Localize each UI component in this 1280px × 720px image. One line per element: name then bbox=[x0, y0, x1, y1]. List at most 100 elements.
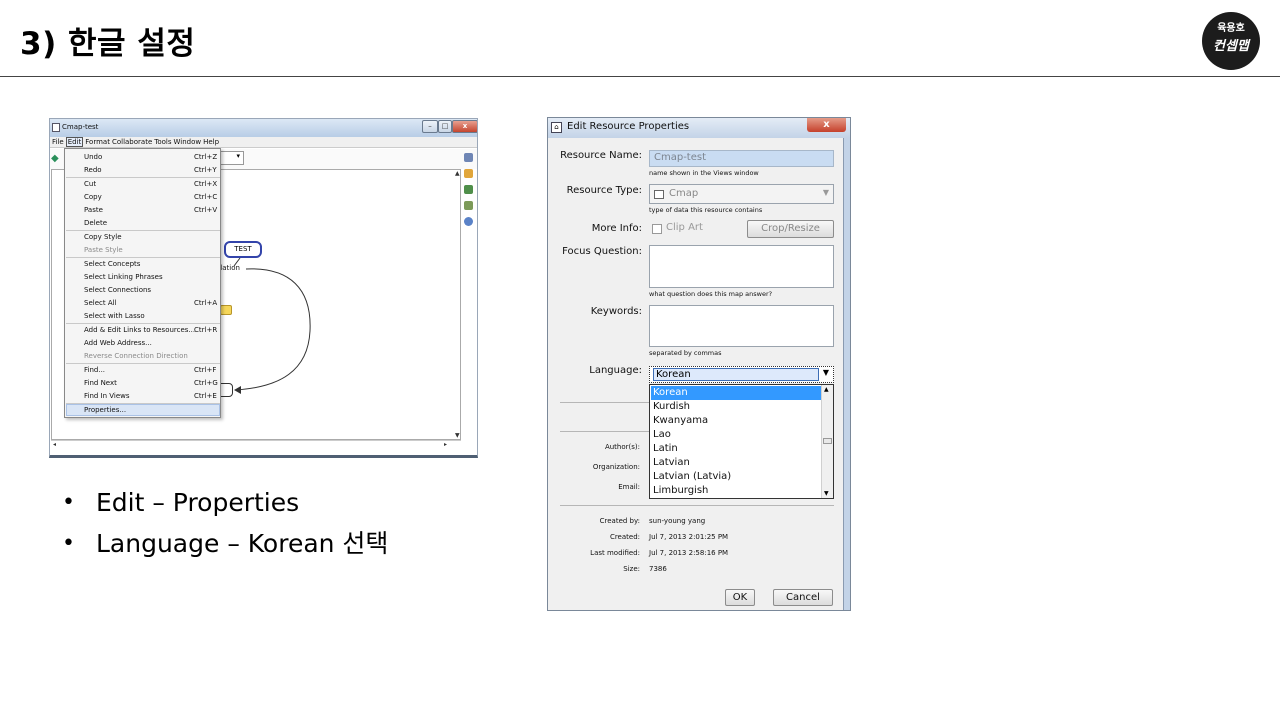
language-option[interactable]: Lao bbox=[651, 428, 821, 442]
concept-label: TEST bbox=[234, 245, 252, 253]
menu-item-paste-style[interactable]: Paste Style bbox=[84, 246, 123, 254]
authors-label: Author(s): bbox=[604, 443, 640, 451]
chevron-down-icon[interactable]: ▼ bbox=[823, 368, 829, 377]
keywords-textarea[interactable] bbox=[649, 305, 834, 347]
cmap-type-icon bbox=[654, 190, 664, 199]
dialog-app-icon: ⌂ bbox=[551, 122, 562, 133]
resource-type-label: Resource Type: bbox=[566, 185, 642, 196]
more-info-label: More Info: bbox=[591, 223, 642, 234]
language-option[interactable]: Latvian bbox=[651, 456, 821, 470]
bullet-list: • Edit – Properties • Language – Korean 선택 bbox=[62, 486, 388, 568]
language-option[interactable]: Limburgish bbox=[651, 484, 821, 498]
shortcut-find: Ctrl+F bbox=[194, 366, 217, 374]
bullet-item: • Language – Korean 선택 bbox=[62, 527, 388, 568]
resource-name-field[interactable]: Cmap-test bbox=[649, 150, 834, 167]
menu-item-copy[interactable]: Copy bbox=[84, 193, 102, 201]
dialog-frame-edge bbox=[843, 138, 850, 610]
language-label: Language: bbox=[589, 365, 642, 376]
shortcut-select-all: Ctrl+A bbox=[194, 299, 218, 307]
cancel-button[interactable]: Cancel bbox=[773, 589, 833, 606]
edit-resource-properties-dialog: ⌂ Edit Resource Properties x Resource Na… bbox=[547, 117, 851, 611]
menu-item-select-linking-phrases[interactable]: Select Linking Phrases bbox=[84, 273, 163, 281]
menu-item-find-next[interactable]: Find Next bbox=[84, 379, 117, 387]
focus-question-label: Focus Question: bbox=[562, 246, 642, 257]
shortcut-redo: Ctrl+Y bbox=[194, 166, 217, 174]
scroll-thumb[interactable] bbox=[823, 438, 832, 444]
dialog-title: Edit Resource Properties bbox=[567, 121, 690, 132]
menu-item-copy-style[interactable]: Copy Style bbox=[84, 233, 122, 241]
menu-item-select-concepts[interactable]: Select Concepts bbox=[84, 260, 140, 268]
language-option[interactable]: Korean bbox=[651, 386, 821, 400]
edit-menu: Undo Ctrl+Z Redo Ctrl+Y Cut Ctrl+X Copy … bbox=[64, 148, 221, 418]
language-dropdown-list: Korean Kurdish Kwanyama Lao Latin Latvia… bbox=[649, 384, 834, 499]
language-selected-value: Korean bbox=[653, 368, 819, 381]
clip-art-checkbox[interactable] bbox=[652, 224, 662, 234]
menu-item-reverse-connection[interactable]: Reverse Connection Direction bbox=[84, 352, 188, 360]
resource-type-value: Cmap bbox=[669, 188, 699, 199]
menu-item-properties[interactable]: Properties... bbox=[84, 406, 126, 414]
bullet-marker: • bbox=[62, 490, 75, 515]
ok-button[interactable]: OK bbox=[725, 589, 755, 606]
language-option[interactable]: Kurdish bbox=[651, 400, 821, 414]
language-select[interactable]: Korean ▼ bbox=[649, 366, 834, 383]
bullet-marker: • bbox=[62, 531, 75, 556]
bullet-text: Language – Korean 선택 bbox=[96, 529, 389, 558]
menu-item-select-all[interactable]: Select All bbox=[84, 299, 117, 307]
organization-label: Organization: bbox=[592, 463, 640, 471]
dialog-title-bar: ⌂ Edit Resource Properties x bbox=[548, 118, 850, 138]
menu-separator bbox=[66, 323, 220, 324]
keywords-label: Keywords: bbox=[590, 306, 642, 317]
resource-name-hint: name shown in the Views window bbox=[649, 169, 759, 177]
size-value: 7386 bbox=[649, 565, 667, 573]
language-option[interactable]: Kwanyama bbox=[651, 414, 821, 428]
menu-item-paste[interactable]: Paste bbox=[84, 206, 103, 214]
focus-question-textarea[interactable] bbox=[649, 245, 834, 288]
scroll-up-icon[interactable]: ▲ bbox=[824, 386, 829, 393]
image-resource-icon[interactable] bbox=[220, 305, 232, 315]
created-by-label: Created by: bbox=[599, 517, 640, 525]
slide-title: 3) 한글 설정 bbox=[20, 26, 196, 62]
menu-separator bbox=[66, 230, 220, 231]
resource-type-select[interactable]: Cmap ▼ bbox=[649, 184, 834, 204]
concept-node-test[interactable]: TEST bbox=[224, 241, 262, 258]
last-modified-label: Last modified: bbox=[590, 549, 640, 557]
menu-item-select-with-lasso[interactable]: Select with Lasso bbox=[84, 312, 145, 320]
menu-item-find-in-views[interactable]: Find In Views bbox=[84, 392, 130, 400]
clip-art-label: Clip Art bbox=[666, 222, 703, 233]
menu-item-add-edit-links[interactable]: Add & Edit Links to Resources... bbox=[84, 326, 195, 334]
size-label: Size: bbox=[623, 565, 640, 573]
language-option[interactable]: Latin bbox=[651, 442, 821, 456]
menu-item-select-connections[interactable]: Select Connections bbox=[84, 286, 151, 294]
shortcut-find-in-views: Ctrl+E bbox=[194, 392, 217, 400]
dialog-close-button[interactable]: x bbox=[807, 118, 846, 132]
keywords-hint: separated by commas bbox=[649, 349, 722, 357]
logo: 육용호 컨셉맵 bbox=[1202, 12, 1260, 70]
section-divider bbox=[560, 505, 834, 506]
scroll-down-icon[interactable]: ▼ bbox=[824, 490, 829, 497]
menu-item-find[interactable]: Find... bbox=[84, 366, 105, 374]
dropdown-scrollbar[interactable]: ▲ ▼ bbox=[821, 385, 833, 498]
chevron-down-icon: ▼ bbox=[822, 188, 829, 197]
created-by-value: sun-young yang bbox=[649, 517, 706, 525]
logo-line-2: 컨셉맵 bbox=[1213, 39, 1249, 54]
shortcut-copy: Ctrl+C bbox=[194, 193, 218, 201]
resource-type-hint: type of data this resource contains bbox=[649, 206, 763, 214]
shortcut-undo: Ctrl+Z bbox=[194, 153, 218, 161]
last-modified-value: Jul 7, 2013 2:58:16 PM bbox=[649, 549, 729, 557]
menu-separator bbox=[66, 177, 220, 178]
menu-item-redo[interactable]: Redo bbox=[84, 166, 102, 174]
bullet-text: Edit – Properties bbox=[96, 488, 300, 517]
menu-item-delete[interactable]: Delete bbox=[84, 219, 107, 227]
focus-question-hint: what question does this map answer? bbox=[649, 290, 773, 298]
menu-item-cut[interactable]: Cut bbox=[84, 180, 96, 188]
menu-item-add-web-address[interactable]: Add Web Address... bbox=[84, 339, 152, 347]
shortcut-add-edit-links: Ctrl+R bbox=[194, 326, 218, 334]
cmap-window-screenshot: Cmap-test – □ x File Edit Format Collaborat… bbox=[49, 118, 478, 458]
menu-item-undo[interactable]: Undo bbox=[84, 153, 102, 161]
crop-resize-button[interactable]: Crop/Resize bbox=[747, 220, 834, 238]
shortcut-cut: Ctrl+X bbox=[194, 180, 218, 188]
menu-separator bbox=[66, 403, 220, 404]
logo-line-1: 육용호 bbox=[1217, 23, 1245, 34]
language-option[interactable]: Latvian (Latvia) bbox=[651, 470, 821, 484]
created-value: Jul 7, 2013 2:01:25 PM bbox=[649, 533, 729, 541]
